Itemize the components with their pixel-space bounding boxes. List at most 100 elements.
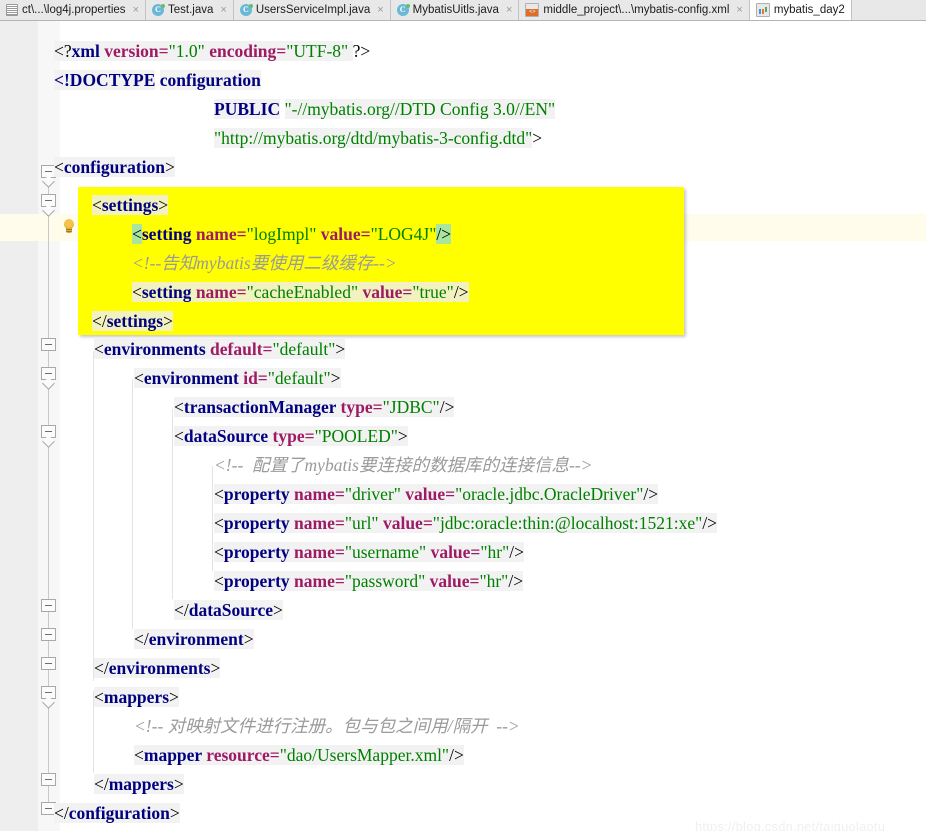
code-line[interactable]: <transactionManager type="JDBC"/>: [174, 393, 455, 422]
code-token: />: [436, 224, 452, 244]
code-line[interactable]: <property name="driver" value="oracle.jd…: [214, 480, 659, 509]
java-class-icon: C: [239, 4, 253, 16]
editor-tab-4[interactable]: C MybatisUitls.java ×: [390, 0, 520, 20]
code-line[interactable]: </mappers>: [94, 770, 184, 799]
code-line[interactable]: </environments>: [94, 654, 221, 683]
code-token: property: [223, 513, 290, 533]
code-token: <: [92, 195, 102, 215]
code-token: "logImpl": [246, 224, 317, 244]
code-line[interactable]: <configuration>: [54, 153, 175, 182]
code-token: </: [134, 629, 149, 649]
code-token: dataSource: [183, 426, 269, 446]
code-line[interactable]: PUBLIC "-//mybatis.org//DTD Config 3.0//…: [214, 95, 556, 124]
code-token: property: [223, 542, 290, 562]
code-token: name=: [191, 282, 247, 302]
code-token: >: [397, 426, 408, 446]
code-token: setting: [141, 224, 192, 244]
code-line[interactable]: </environment>: [134, 625, 254, 654]
editor-tab-5[interactable]: middle_project\...\mybatis-config.xml ×: [519, 0, 750, 20]
code-token: transactionManager: [183, 397, 337, 417]
code-token: "1.0": [168, 41, 205, 61]
code-token: <!-- 配置了mybatis要连接的数据库的连接信息-->: [214, 455, 593, 475]
code-token: <: [132, 224, 142, 244]
code-token: encoding=: [204, 41, 287, 61]
code-token: "username": [344, 542, 427, 562]
code-line[interactable]: <!-- 配置了mybatis要连接的数据库的连接信息-->: [214, 451, 592, 480]
code-token: name=: [289, 542, 345, 562]
code-token: resource=: [201, 745, 280, 765]
code-token: name=: [191, 224, 247, 244]
code-token: property: [223, 571, 290, 591]
code-line[interactable]: "http://mybatis.org/dtd/mybatis-3-config…: [214, 124, 542, 153]
close-icon[interactable]: ×: [736, 4, 742, 16]
code-token: name=: [289, 484, 345, 504]
code-line[interactable]: <environments default="default">: [94, 335, 346, 364]
code-token: id=: [238, 368, 268, 388]
editor-tab-2[interactable]: C Test.java ×: [146, 0, 234, 20]
code-token: type=: [336, 397, 383, 417]
code-token: value=: [358, 282, 413, 302]
code-token: >: [330, 368, 341, 388]
code-line[interactable]: <dataSource type="POOLED">: [174, 422, 408, 451]
code-line[interactable]: <settings>: [92, 191, 169, 220]
code-line[interactable]: <mapper resource="dao/UsersMapper.xml"/>: [134, 741, 464, 770]
code-token: "dao/UsersMapper.xml": [279, 745, 450, 765]
code-token: <: [214, 542, 224, 562]
code-token: "LOG4J": [370, 224, 437, 244]
editor-tab-label: ct\...\log4j.properties: [22, 4, 126, 16]
code-content[interactable]: <?xml version="1.0" encoding="UTF-8" ?> <…: [0, 21, 926, 831]
code-token: "hr": [480, 542, 510, 562]
properties-file-icon: [6, 4, 18, 16]
code-line[interactable]: <setting name="cacheEnabled" value="true…: [132, 278, 469, 307]
code-line[interactable]: <!--告知mybatis要使用二级缓存-->: [132, 249, 397, 278]
code-line[interactable]: <property name="url" value="jdbc:oracle:…: [214, 509, 718, 538]
code-token: />: [453, 282, 469, 302]
code-token: environment: [143, 368, 239, 388]
editor-tab-6[interactable]: mybatis_day2: [749, 0, 852, 20]
code-line[interactable]: </settings>: [92, 307, 173, 336]
close-icon[interactable]: ×: [506, 4, 512, 16]
code-line[interactable]: <setting name="logImpl" value="LOG4J"/>: [132, 220, 452, 249]
code-token: "default": [272, 339, 336, 359]
editor-tab-3[interactable]: C UsersServiceImpl.java ×: [233, 0, 391, 20]
editor-tab-1[interactable]: ct\...\log4j.properties ×: [0, 0, 146, 20]
code-token: />: [509, 542, 525, 562]
close-icon[interactable]: ×: [133, 4, 139, 16]
code-line[interactable]: <!DOCTYPE configuration: [54, 66, 261, 95]
code-token: xml: [71, 41, 100, 61]
code-token: </: [94, 658, 109, 678]
code-token: "oracle.jdbc.OracleDriver": [455, 484, 644, 504]
editor-tab-bar: ct\...\log4j.properties × C Test.java × C User…: [0, 0, 926, 21]
close-icon[interactable]: ×: [220, 4, 226, 16]
code-token: "JDBC": [382, 397, 440, 417]
code-line[interactable]: <property name="username" value="hr"/>: [214, 538, 525, 567]
code-token: name=: [289, 513, 345, 533]
code-line[interactable]: <environment id="default">: [134, 364, 341, 393]
code-token: value=: [316, 224, 371, 244]
code-token: "true": [412, 282, 454, 302]
code-line[interactable]: <property name="password" value="hr"/>: [214, 567, 524, 596]
editor-window: ct\...\log4j.properties × C Test.java × C User…: [0, 0, 926, 831]
code-token: <: [94, 339, 104, 359]
editor-tab-label: UsersServiceImpl.java: [255, 4, 371, 16]
code-token: "jdbc:oracle:thin:@localhost:1521:xe": [432, 513, 703, 533]
code-line[interactable]: </configuration>: [54, 799, 180, 828]
editor-tab-label: Test.java: [168, 4, 214, 16]
code-token: <!DOCTYPE: [54, 70, 156, 90]
code-line[interactable]: <mappers>: [94, 683, 179, 712]
code-line[interactable]: <!-- 对映射文件进行注册。包与包之间用/隔开 -->: [134, 712, 520, 741]
code-token: >: [169, 687, 179, 707]
code-editor[interactable]: <?xml version="1.0" encoding="UTF-8" ?> <…: [0, 21, 926, 831]
code-token: <!--告知mybatis要使用二级缓存-->: [132, 253, 397, 273]
code-token: >: [273, 600, 283, 620]
code-line[interactable]: </dataSource>: [174, 596, 283, 625]
close-icon[interactable]: ×: [377, 4, 383, 16]
code-token: name=: [289, 571, 345, 591]
code-token: value=: [400, 484, 456, 504]
code-token: >: [169, 803, 180, 823]
code-token: >: [163, 311, 173, 331]
settings-highlight-block[interactable]: <settings> <setting name="logImpl" value=…: [78, 187, 684, 335]
settings-highlight-content[interactable]: <settings> <setting name="logImpl" value=…: [78, 187, 684, 335]
xml-file-icon: [525, 3, 540, 17]
code-line[interactable]: <?xml version="1.0" encoding="UTF-8" ?>: [54, 37, 370, 66]
